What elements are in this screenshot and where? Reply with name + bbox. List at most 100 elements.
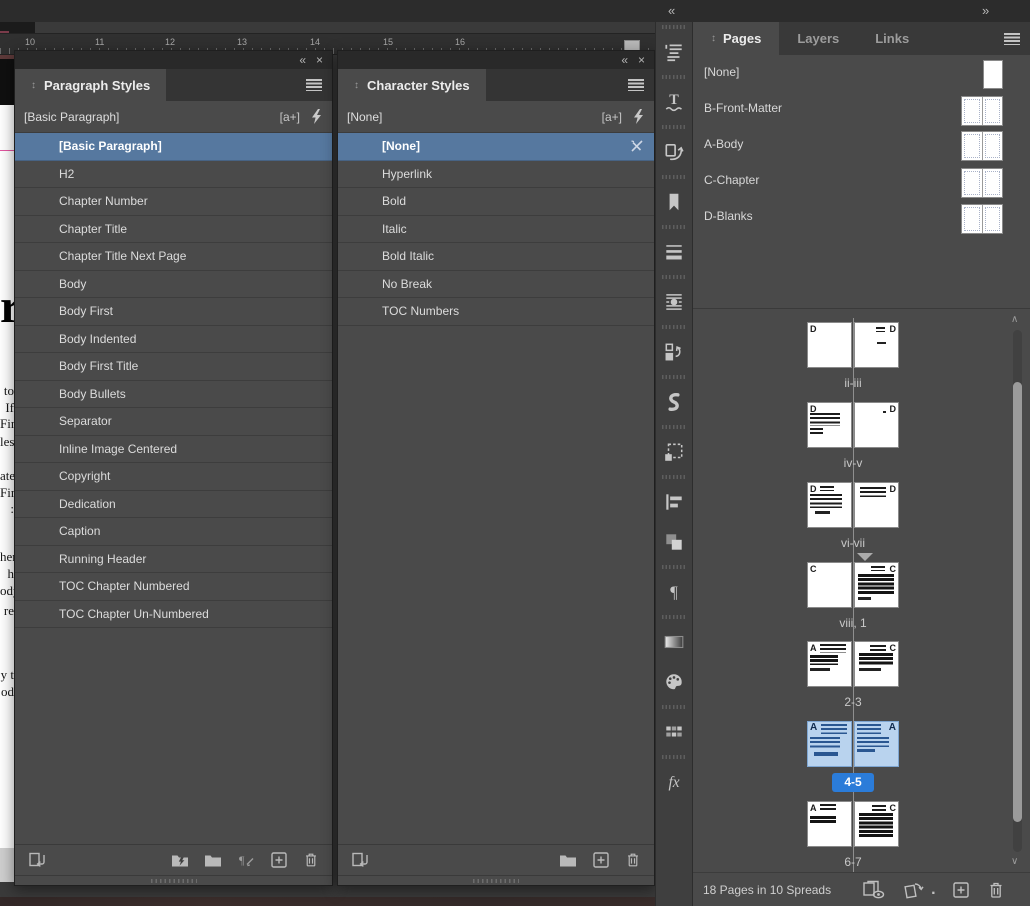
hyperlinks-icon[interactable]	[656, 132, 693, 172]
rotate-spread-view-icon[interactable]	[902, 880, 926, 900]
panel-menu-icon[interactable]	[306, 79, 322, 91]
color-icon[interactable]	[656, 662, 693, 702]
new-style-group-icon[interactable]	[203, 851, 223, 869]
style-row[interactable]: TOC Chapter Un-Numbered	[15, 601, 332, 629]
master-page-name[interactable]: A-Body	[704, 137, 743, 151]
style-row[interactable]: Bold	[338, 188, 654, 216]
style-row[interactable]: No Break	[338, 271, 654, 299]
style-row[interactable]: Body	[15, 271, 332, 299]
new-style-group-from-styles-icon[interactable]	[170, 851, 190, 869]
dock-group-grip[interactable]	[662, 705, 686, 709]
delete-style-icon[interactable]	[302, 851, 320, 869]
master-page-name[interactable]: [None]	[704, 65, 739, 79]
load-styles-icon[interactable]	[350, 851, 370, 869]
dock-group-grip[interactable]	[662, 615, 686, 619]
dock-group-grip[interactable]	[662, 755, 686, 759]
style-row[interactable]: Separator	[15, 408, 332, 436]
spread-thumb-iv-v[interactable]: D D	[807, 402, 899, 448]
spread-label[interactable]: 6-7	[807, 855, 899, 869]
dock-group-grip[interactable]	[662, 425, 686, 429]
close-panel-icon[interactable]: ×	[316, 52, 323, 68]
spread-thumb-2-3[interactable]: A C	[807, 641, 899, 687]
spread-thumb-4-5-selected[interactable]: A A	[807, 721, 899, 767]
spread-thumb-ii-iii[interactable]: D D	[807, 322, 899, 368]
master-thumbnail-none[interactable]	[983, 60, 1003, 89]
master-page-name[interactable]: D-Blanks	[704, 209, 753, 223]
style-row[interactable]: Body First	[15, 298, 332, 326]
tab-pages[interactable]: ↕ Pages	[693, 22, 779, 55]
master-thumbnail-c-chapter[interactable]	[961, 168, 1003, 198]
panel-toggle-icon[interactable]: ↕	[711, 33, 716, 44]
dock-collapse-icon[interactable]: «	[668, 3, 673, 18]
master-page-name[interactable]: B-Front-Matter	[704, 101, 782, 115]
panel-resize-grip[interactable]	[338, 875, 654, 885]
dock-group-grip[interactable]	[662, 325, 686, 329]
spread-label-selected[interactable]: 4-5	[832, 773, 874, 792]
master-thumbnail-a-body[interactable]	[961, 131, 1003, 161]
panel-toggle-icon[interactable]: ↕	[354, 80, 359, 91]
collapse-panel-icon[interactable]: «	[621, 52, 628, 68]
spread-label[interactable]: iv-v	[807, 456, 899, 470]
paragraph-icon[interactable]: ¶	[656, 572, 693, 612]
spread-thumb-6-7[interactable]: A C	[807, 801, 899, 847]
panel-menu-icon[interactable]	[628, 79, 644, 91]
style-row[interactable]: Body Indented	[15, 326, 332, 354]
spread-thumb-viii-1[interactable]: C C	[807, 562, 899, 608]
scroll-down-icon[interactable]: ∨	[1011, 856, 1018, 867]
redefine-style-icon[interactable]: [a+]	[280, 110, 300, 124]
scroll-up-icon[interactable]: ∧	[1011, 314, 1018, 325]
tab-character-styles[interactable]: ↕ Character Styles	[338, 69, 486, 101]
gradient-icon[interactable]	[656, 622, 693, 662]
create-new-style-icon[interactable]	[591, 851, 611, 869]
glyphs-icon[interactable]: T	[656, 82, 693, 122]
align-icon[interactable]	[656, 482, 693, 522]
style-row[interactable]: Chapter Title	[15, 216, 332, 244]
style-row[interactable]: Inline Image Centered	[15, 436, 332, 464]
style-row[interactable]: TOC Chapter Numbered	[15, 573, 332, 601]
create-new-page-icon[interactable]	[951, 880, 971, 900]
dock-group-grip[interactable]	[662, 225, 686, 229]
spread-label[interactable]: ii-iii	[807, 376, 899, 390]
tab-paragraph-styles[interactable]: ↕ Paragraph Styles	[15, 69, 166, 101]
style-row[interactable]: [Basic Paragraph]	[15, 133, 332, 161]
master-thumbnail-d-blanks[interactable]	[961, 204, 1003, 234]
text-wrap-icon[interactable]	[656, 282, 693, 322]
clear-overrides-icon[interactable]: ¶	[236, 851, 256, 869]
redefine-style-icon[interactable]: [a+]	[602, 110, 622, 124]
load-styles-icon[interactable]	[27, 851, 47, 869]
dock-group-grip[interactable]	[662, 475, 686, 479]
tabs-icon[interactable]	[656, 32, 693, 72]
style-row[interactable]: Chapter Title Next Page	[15, 243, 332, 271]
style-row[interactable]: Hyperlink	[338, 161, 654, 189]
style-row[interactable]: Italic	[338, 216, 654, 244]
collapse-panel-icon[interactable]: «	[299, 52, 306, 68]
swatches-icon[interactable]	[656, 712, 693, 752]
spread-thumb-vi-vii[interactable]: D D	[807, 482, 899, 528]
pages-scrollbar-thumb[interactable]	[1013, 382, 1022, 822]
spread-label[interactable]: vi-vii	[807, 536, 899, 550]
close-panel-icon[interactable]: ×	[638, 52, 645, 68]
master-thumbnail-b-front-matter[interactable]	[961, 96, 1003, 126]
style-row[interactable]: Running Header	[15, 546, 332, 574]
style-row[interactable]: [None]	[338, 133, 654, 161]
lightning-icon[interactable]	[310, 109, 323, 124]
style-row[interactable]: Body Bullets	[15, 381, 332, 409]
style-row[interactable]: TOC Numbers	[338, 298, 654, 326]
animation-icon[interactable]	[656, 382, 693, 422]
panel-titlebar[interactable]: « ×	[15, 51, 332, 69]
dock-group-grip[interactable]	[662, 25, 686, 29]
spread-label[interactable]: 2-3	[807, 695, 899, 709]
bookmarks-icon[interactable]	[656, 182, 693, 222]
lightning-icon[interactable]	[632, 109, 645, 124]
master-page-name[interactable]: C-Chapter	[704, 173, 759, 187]
object-styles-icon[interactable]	[656, 432, 693, 472]
spread-label[interactable]: viii, 1	[807, 616, 899, 630]
dock-group-grip[interactable]	[662, 125, 686, 129]
delete-style-icon[interactable]	[624, 851, 642, 869]
style-row[interactable]: H2	[15, 161, 332, 189]
tab-layers[interactable]: Layers	[779, 22, 857, 55]
panel-toggle-icon[interactable]: ↕	[31, 80, 36, 91]
create-new-style-icon[interactable]	[269, 851, 289, 869]
dock-group-grip[interactable]	[662, 565, 686, 569]
effects-icon[interactable]: fx	[656, 762, 693, 802]
